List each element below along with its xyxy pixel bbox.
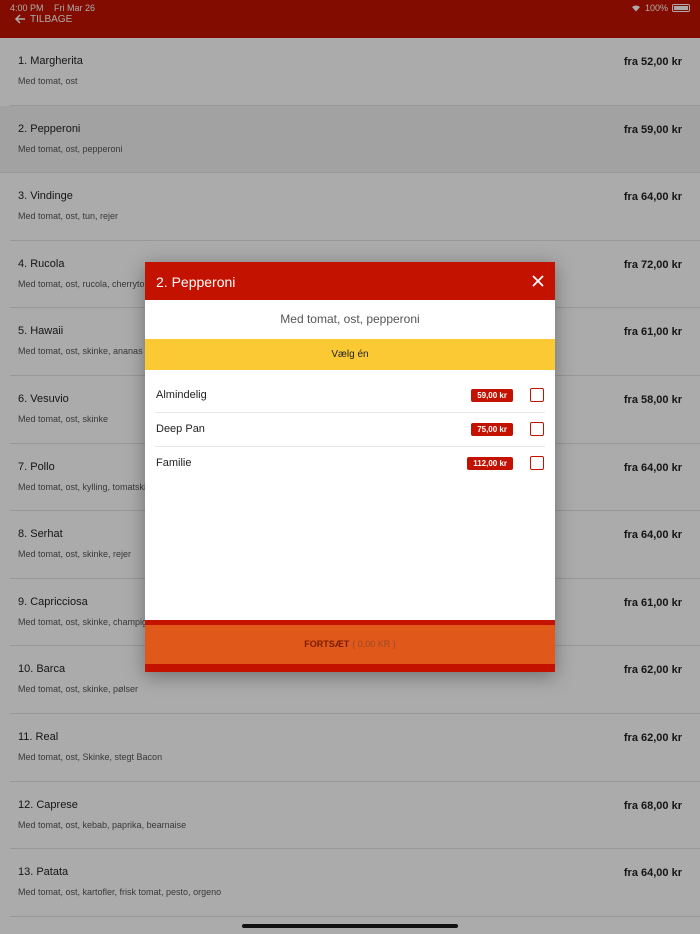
option-row[interactable]: Deep Pan 75,00 kr: [155, 413, 545, 447]
product-options-modal: 2. Pepperoni Med tomat, ost, pepperoni V…: [145, 262, 555, 672]
continue-label: FORTSÆT: [304, 639, 350, 649]
modal-header: 2. Pepperoni: [145, 262, 555, 300]
option-row[interactable]: Almindelig 59,00 kr: [155, 379, 545, 413]
option-row[interactable]: Familie 112,00 kr: [155, 447, 545, 481]
option-checkbox[interactable]: [530, 388, 544, 402]
option-price-badge: 59,00 kr: [471, 389, 513, 402]
option-price-badge: 75,00 kr: [471, 423, 513, 436]
choose-one-banner: Vælg én: [145, 339, 555, 370]
continue-button[interactable]: FORTSÆT( 0,00 KR ): [145, 625, 555, 664]
modal-description: Med tomat, ost, pepperoni: [280, 312, 420, 326]
option-checkbox[interactable]: [530, 422, 544, 436]
option-name: Almindelig: [156, 389, 207, 401]
option-name: Deep Pan: [156, 423, 205, 435]
option-price-badge: 112,00 kr: [467, 457, 513, 470]
option-name: Familie: [156, 457, 192, 469]
close-icon[interactable]: [531, 274, 545, 288]
option-checkbox[interactable]: [530, 456, 544, 470]
continue-bar: FORTSÆT( 0,00 KR ): [145, 620, 555, 672]
modal-title: 2. Pepperoni: [156, 274, 236, 290]
size-options: Almindelig 59,00 kr Deep Pan 75,00 kr Fa…: [145, 370, 555, 481]
home-indicator: [242, 924, 458, 928]
continue-amount: ( 0,00 KR ): [352, 639, 396, 649]
